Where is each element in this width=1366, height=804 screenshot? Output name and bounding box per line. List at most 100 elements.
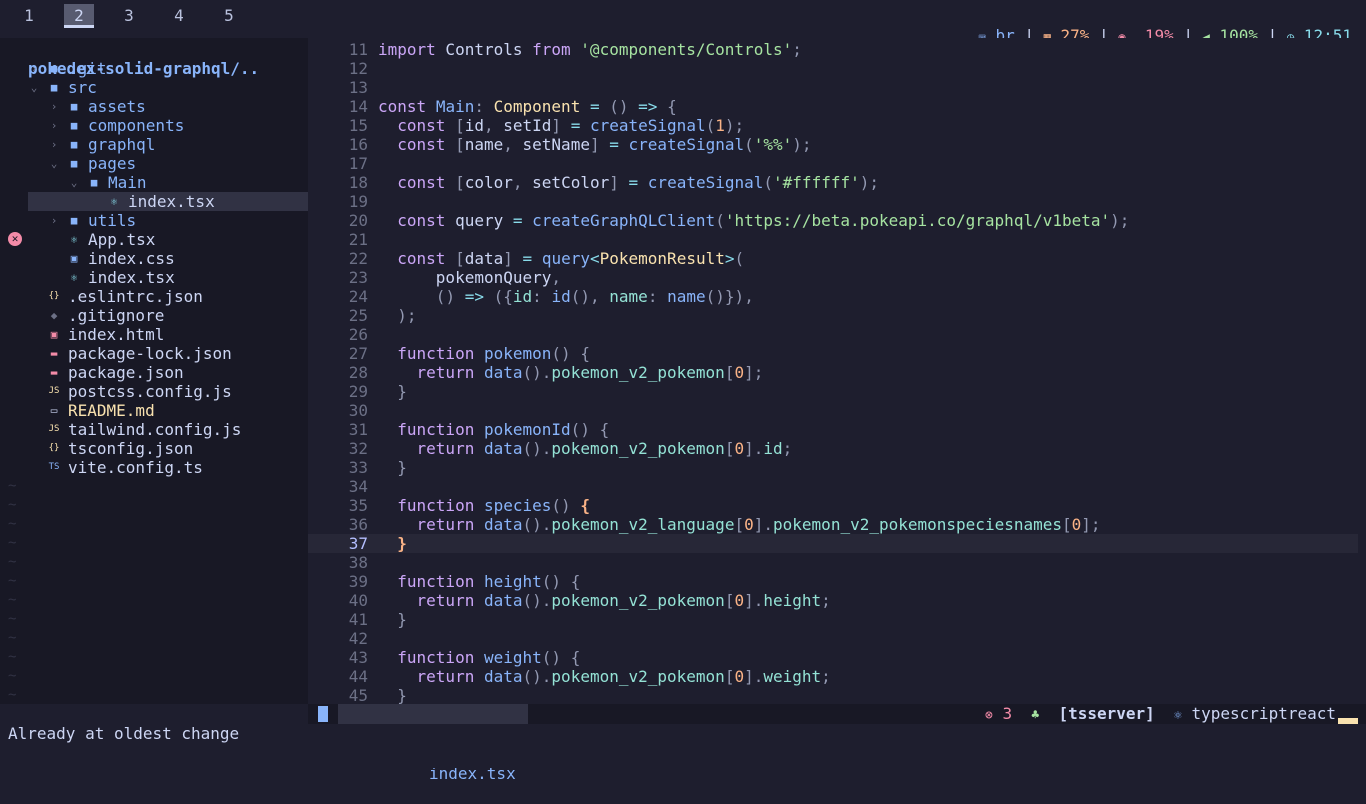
chevron-down-icon[interactable]: ⌄ [28,78,40,97]
code-line[interactable]: 26 [308,325,1358,344]
code-line[interactable]: 19 [308,192,1358,211]
code-line[interactable]: 14 const Main: Component = () => { [308,97,1358,116]
code-line[interactable]: 44 return data().pokemon_v2_pokemon[0].w… [308,667,1358,686]
tree-file-item[interactable]: ▣ index.css [28,249,308,268]
code-line[interactable]: 15 const [id, setId] = createSignal(1); [308,116,1358,135]
tree-item-label: .gitignore [68,306,165,325]
command-line[interactable]: Already at oldest change [0,724,1366,768]
code-line[interactable]: 25 ); [308,306,1358,325]
code-line[interactable]: 42 [308,629,1358,648]
tree-file-item[interactable]: TS vite.config.ts [28,458,308,477]
folder-icon: ■ [70,138,78,151]
tree-item-label: package.json [68,363,184,382]
chevron-right-icon[interactable]: › [48,97,60,116]
statusline: ᚠ main index.tsx ⊗ 3 ♣ [tsserver] ⚛ type… [308,704,1366,783]
line-number: 43 [348,648,368,667]
explorer-root[interactable]: pokedex-solid-graphql/.. [28,40,308,78]
code-line[interactable]: 41 } [308,610,1358,629]
tree-file-item[interactable]: ▬ package-lock.json [28,344,308,363]
tree-folder-item[interactable]: › ■ .git [28,59,308,78]
line-number: 24 [348,287,368,306]
tree-file-item[interactable]: JS postcss.config.js [28,382,308,401]
workspace-2[interactable]: 2 [64,4,94,28]
tree-file-item[interactable]: ▣ index.html [28,325,308,344]
workspace-1[interactable]: 1 [14,4,44,28]
tree-folder-item[interactable]: ⌄ ■ pages [28,154,308,173]
code-line[interactable]: 34 [308,477,1358,496]
chevron-right-icon[interactable]: › [48,116,60,135]
tree-item-label: index.html [68,325,165,344]
code-line[interactable]: 20 const query = createGraphQLClient('ht… [308,211,1358,230]
workspace-3[interactable]: 3 [114,4,144,28]
code-line[interactable]: 13 [308,78,1358,97]
code-line[interactable]: 32 return data().pokemon_v2_pokemon[0].i… [308,439,1358,458]
tree-folder-item[interactable]: ⌄ ■ Main [28,173,308,192]
empty-line-marker: ~ [8,592,17,608]
line-number: 29 [348,382,368,401]
empty-line-marker: ~ [8,630,17,646]
workspace-5[interactable]: 5 [214,4,244,28]
code-line[interactable]: 29 } [308,382,1358,401]
chevron-right-icon[interactable]: › [48,135,60,154]
tree-file-item[interactable]: ▬ package.json [28,363,308,382]
code-line[interactable]: 11 import Controls from '@components/Cont… [308,40,1358,59]
js-icon: JS [48,386,60,396]
folder-icon: ■ [70,214,78,227]
line-text: return data().pokemon_v2_pokemon[0].id; [416,439,793,458]
code-line[interactable]: 22 const [data] = query<PokemonResult>( [308,249,1358,268]
tree-folder-item[interactable]: › ■ components [28,116,308,135]
cursor-line[interactable]: 37 } [308,534,1358,553]
tree-folder-item[interactable]: ⌄ ■ src [28,78,308,97]
code-line[interactable]: 45 } [308,686,1358,705]
tree-folder-item[interactable]: › ■ graphql [28,135,308,154]
json-icon: {} [48,291,60,301]
code-line[interactable]: 24 () => ({id: id(), name: name()}), [308,287,1358,306]
code-line[interactable]: 31 function pokemonId() { [308,420,1358,439]
tree-folder-item[interactable]: › ■ assets [28,97,308,116]
chevron-right-icon[interactable]: › [48,211,60,230]
code-line[interactable]: 18 const [color, setColor] = createSigna… [308,173,1358,192]
folder-icon: ■ [50,62,58,75]
line-number: 20 [348,211,368,230]
tree-file-item[interactable]: ◆ .gitignore [28,306,308,325]
code-line[interactable]: 40 return data().pokemon_v2_pokemon[0].h… [308,591,1358,610]
code-line[interactable]: 23 pokemonQuery, [308,268,1358,287]
tree-file-item[interactable]: ▭ README.md [28,401,308,420]
code-line[interactable]: 27 function pokemon() { [308,344,1358,363]
code-line[interactable]: 38 [308,553,1358,572]
tree-item-label: App.tsx [88,230,156,249]
tree-file-item[interactable]: ⚛ index.tsx [28,268,308,287]
workspace-4[interactable]: 4 [164,4,194,28]
tree-file-item[interactable]: {} .eslintrc.json [28,287,308,306]
js-icon: JS [48,424,60,434]
code-line[interactable]: 16 const [name, setName] = createSignal(… [308,135,1358,154]
code-line[interactable]: 36 return data().pokemon_v2_language[0].… [308,515,1358,534]
empty-line-marker: ~ [8,516,17,532]
chevron-down-icon[interactable]: ⌄ [48,154,60,173]
line-text: const [id, setId] = createSignal(1); [397,116,745,135]
code-line[interactable]: 30 [308,401,1358,420]
tree-file-item[interactable]: {} tsconfig.json [28,439,308,458]
tree-file-item[interactable]: JS tailwind.config.js [28,420,308,439]
code-line[interactable]: 12 [308,59,1358,78]
code-line[interactable]: 43 function weight() { [308,648,1358,667]
code-line[interactable]: 35 function species() { [308,496,1358,515]
tree-folder-item[interactable]: › ■ utils [28,211,308,230]
chevron-down-icon[interactable]: ⌄ [68,173,80,192]
code-line[interactable]: 17 [308,154,1358,173]
line-text: const [data] = query<PokemonResult>( [397,249,745,268]
empty-line-marker: ~ [8,478,17,494]
chevron-right-icon[interactable]: › [28,59,40,78]
code-editor[interactable]: 11 import Controls from '@components/Cont… [308,38,1366,705]
code-line[interactable]: 33 } [308,458,1358,477]
react-icon: ⚛ [70,233,78,246]
code-line[interactable]: 39 function height() { [308,572,1358,591]
tree-file-item[interactable]: ⚛ index.tsx [28,192,308,211]
lsp-name: [tsserver] [1058,704,1155,723]
tree-file-item[interactable]: ⚛ App.tsx [28,230,308,249]
code-line[interactable]: 28 return data().pokemon_v2_pokemon[0]; [308,363,1358,382]
system-status: ⌨ br | ▦ 27% | ◉ 19% | ◀ 100% | ◷ 12:51 [978,26,1352,45]
code-line[interactable]: 21 [308,230,1358,249]
npm-icon: ▬ [50,347,58,360]
line-number: 26 [348,325,368,344]
